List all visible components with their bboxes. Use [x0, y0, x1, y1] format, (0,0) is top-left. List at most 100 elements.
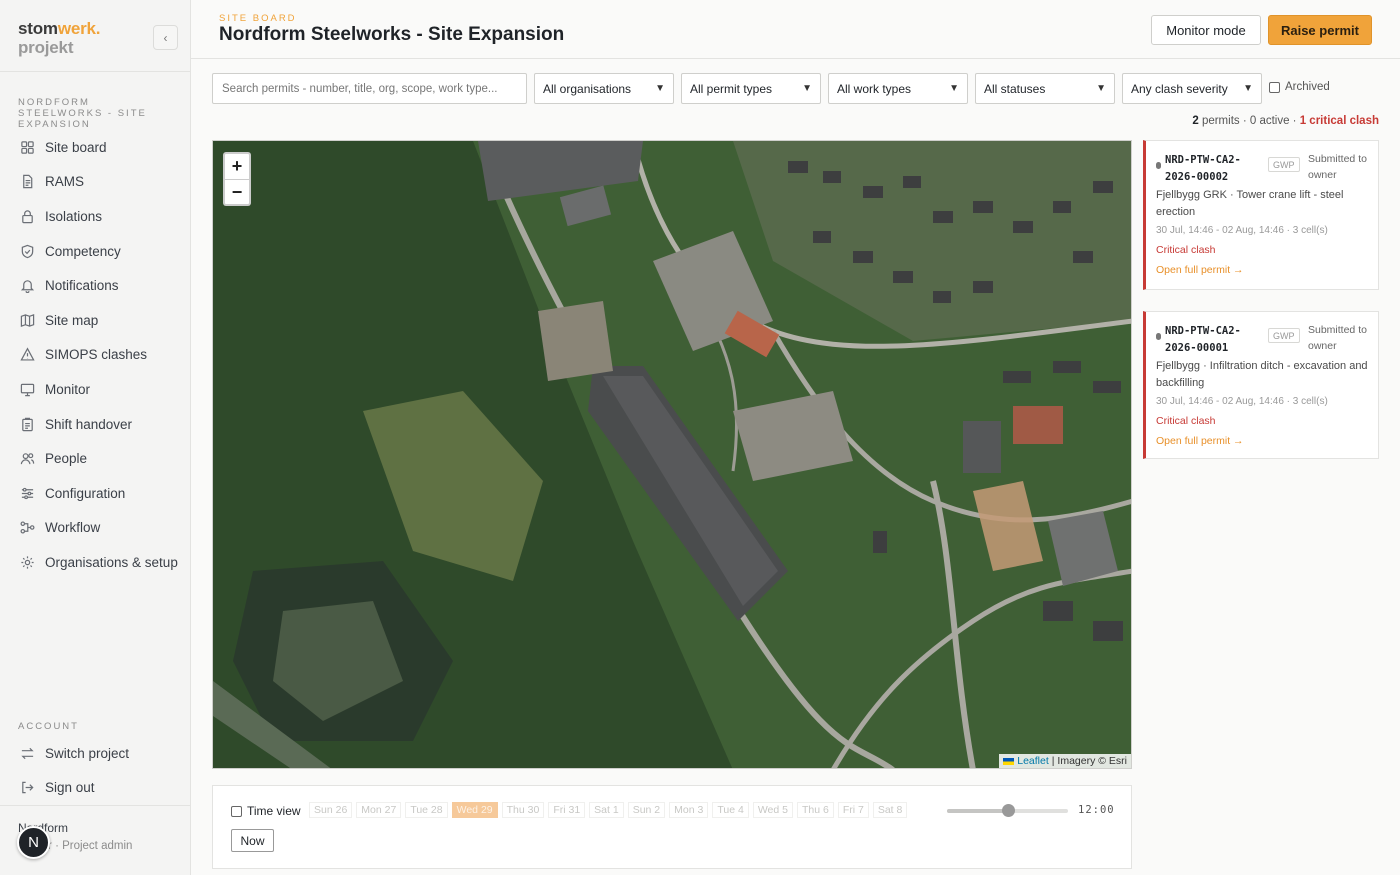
leaflet-link[interactable]: Leaflet: [1017, 755, 1049, 767]
permit-status: Submitted to owner: [1308, 324, 1367, 352]
now-button[interactable]: Now: [231, 829, 274, 852]
raise-permit-button[interactable]: Raise permit: [1268, 15, 1372, 45]
sliders-icon: [19, 485, 35, 501]
lock-icon: [19, 208, 35, 224]
archived-label: Archived: [1285, 81, 1330, 93]
zoom-in-button[interactable]: +: [225, 154, 249, 179]
permit-description: Fjellbygg · Infiltration ditch - excavat…: [1156, 360, 1368, 389]
chevron-left-icon: ‹: [163, 30, 168, 45]
sidebar-item-configuration[interactable]: Configuration: [0, 476, 190, 511]
time-view-checkbox[interactable]: [231, 805, 242, 817]
sidebar-item-shift-handover[interactable]: Shift handover: [0, 407, 190, 442]
chevron-down-icon: ▼: [802, 83, 812, 94]
sidebar-item-people[interactable]: People: [0, 441, 190, 476]
sidebar-item-notifications[interactable]: Notifications: [0, 268, 190, 303]
day-chip[interactable]: Mon 3: [669, 802, 709, 818]
sidebar-bottom-divider: [0, 805, 190, 806]
sidebar-item-monitor[interactable]: Monitor: [0, 372, 190, 407]
sidebar-item-isolations[interactable]: Isolations: [0, 199, 190, 234]
clash-severity-filter-select[interactable]: Any clash severity ▼: [1122, 73, 1262, 104]
day-strip: Sun 26 Mon 27 Tue 28 Wed 29 Thu 30 Fri 31 Sat …: [309, 802, 908, 818]
gear-icon: [19, 554, 35, 570]
archived-toggle[interactable]: Archived: [1269, 81, 1330, 93]
slider-handle[interactable]: [1001, 804, 1015, 817]
sidebar-item-label: Notifications: [45, 278, 119, 294]
day-chip[interactable]: Wed 5: [752, 802, 793, 818]
page-title: Nordform Steelworks - Site Expansion: [219, 24, 565, 45]
sidebar-item-rams[interactable]: RAMS: [0, 165, 190, 200]
select-value: Any clash severity: [1131, 81, 1228, 96]
ukraine-flag-icon: [1003, 757, 1015, 765]
permit-time-range: 30 Jul, 14:46 - 02 Aug, 14:46 · 3 cell(s…: [1156, 396, 1328, 407]
permit-card[interactable]: NRD-PTW-CA2-2026-00002 GWP Submitted to …: [1143, 140, 1379, 290]
sign-out-icon: [19, 780, 35, 796]
day-chip[interactable]: Thu 30: [501, 802, 545, 818]
time-view-toggle[interactable]: Time view: [231, 804, 301, 818]
permit-status: Submitted to owner: [1308, 153, 1367, 181]
permit-card[interactable]: NRD-PTW-CA2-2026-00001 GWP Submitted to …: [1143, 311, 1379, 459]
sidebar-item-switch-project[interactable]: Switch project: [0, 736, 190, 771]
sidebar-item-label: Configuration: [45, 485, 126, 501]
imagery-credit: | Imagery © Esri: [1051, 755, 1127, 767]
sidebar-item-simops-clashes[interactable]: SIMOPS clashes: [0, 338, 190, 373]
permit-type-filter-select[interactable]: All permit types ▼: [681, 73, 821, 104]
sidebar-item-workflow[interactable]: Workflow: [0, 511, 190, 546]
sidebar-item-label: Competency: [45, 243, 121, 259]
avatar[interactable]: N: [17, 826, 50, 859]
day-chip[interactable]: Thu 6: [796, 802, 834, 818]
search-input[interactable]: [212, 73, 527, 104]
time-slider[interactable]: [947, 804, 1068, 817]
day-chip[interactable]: Sun 2: [627, 802, 666, 818]
timeline-panel: Time view Sun 26 Mon 27 Tue 28 Wed 29 Thu 30…: [212, 785, 1132, 869]
day-chip[interactable]: Sat 8: [872, 802, 908, 818]
critical-clash-count: 1 critical clash: [1299, 115, 1379, 127]
clash-badge: Critical clash: [1156, 415, 1216, 427]
archived-checkbox[interactable]: [1269, 81, 1280, 93]
sidebar-item-label: RAMS: [45, 174, 85, 190]
day-chip[interactable]: Fri 7: [837, 802, 869, 818]
open-full-permit-link[interactable]: Open full permit →: [1156, 435, 1244, 447]
permit-summary-text: permits · 0 active ·: [1201, 115, 1297, 127]
monitor-mode-button[interactable]: Monitor mode: [1151, 15, 1261, 45]
sidebar-item-site-map[interactable]: Site map: [0, 303, 190, 338]
sidebar-item-organisations-setup[interactable]: Organisations & setup: [0, 545, 190, 580]
day-chip[interactable]: Mon 27: [356, 802, 402, 818]
project-label: NORDFORM STEELWORKS - SITE EXPANSION: [18, 97, 147, 130]
organisation-filter-select[interactable]: All organisations ▼: [534, 73, 674, 104]
zoom-out-button[interactable]: −: [225, 179, 249, 204]
site-map[interactable]: + − Leaflet | Imagery © Esri: [212, 140, 1132, 769]
work-type-filter-select[interactable]: All work types ▼: [828, 73, 968, 104]
sidebar-item-label: Monitor: [45, 381, 91, 397]
sidebar-item-label: Organisations & setup: [45, 554, 178, 570]
permit-type-badge: GWP: [1268, 157, 1300, 172]
permit-summary: 2 permits · 0 active · 1 critical clash: [1100, 115, 1379, 127]
day-chip[interactable]: Sun 26: [309, 802, 353, 818]
grid-icon: [19, 139, 35, 155]
time-readout: 12:00: [1078, 804, 1115, 816]
sidebar-item-label: Shift handover: [45, 416, 133, 432]
brand-part-2: werk.: [57, 19, 101, 38]
clipboard-icon: [19, 416, 35, 432]
document-icon: [19, 174, 35, 190]
brand-logo[interactable]: stomwerk. projekt: [18, 19, 101, 57]
status-filter-select[interactable]: All statuses ▼: [975, 73, 1115, 104]
account-nav: Switch project Sign out: [0, 736, 190, 805]
sidebar-item-label: Site map: [45, 312, 99, 328]
permit-count: 2: [1192, 115, 1199, 127]
status-dot-icon: [1156, 333, 1161, 340]
day-chip[interactable]: Wed 29: [451, 802, 498, 818]
day-chip[interactable]: Tue 28: [405, 802, 448, 818]
day-chip[interactable]: Tue 4: [712, 802, 749, 818]
sidebar-item-sign-out[interactable]: Sign out: [0, 771, 190, 806]
sidebar-item-label: Isolations: [45, 208, 103, 224]
select-value: All statuses: [984, 81, 1046, 96]
day-chip[interactable]: Fri 31: [548, 802, 586, 818]
open-full-permit-link[interactable]: Open full permit →: [1156, 264, 1244, 276]
sidebar-item-competency[interactable]: Competency: [0, 234, 190, 269]
warning-icon: [19, 347, 35, 363]
sidebar-item-site-board[interactable]: Site board: [0, 130, 190, 165]
page-eyebrow: SITE BOARD: [219, 13, 297, 24]
collapse-sidebar-button[interactable]: ‹: [153, 25, 178, 50]
chevron-down-icon: ▼: [655, 83, 665, 94]
day-chip[interactable]: Sat 1: [589, 802, 624, 818]
